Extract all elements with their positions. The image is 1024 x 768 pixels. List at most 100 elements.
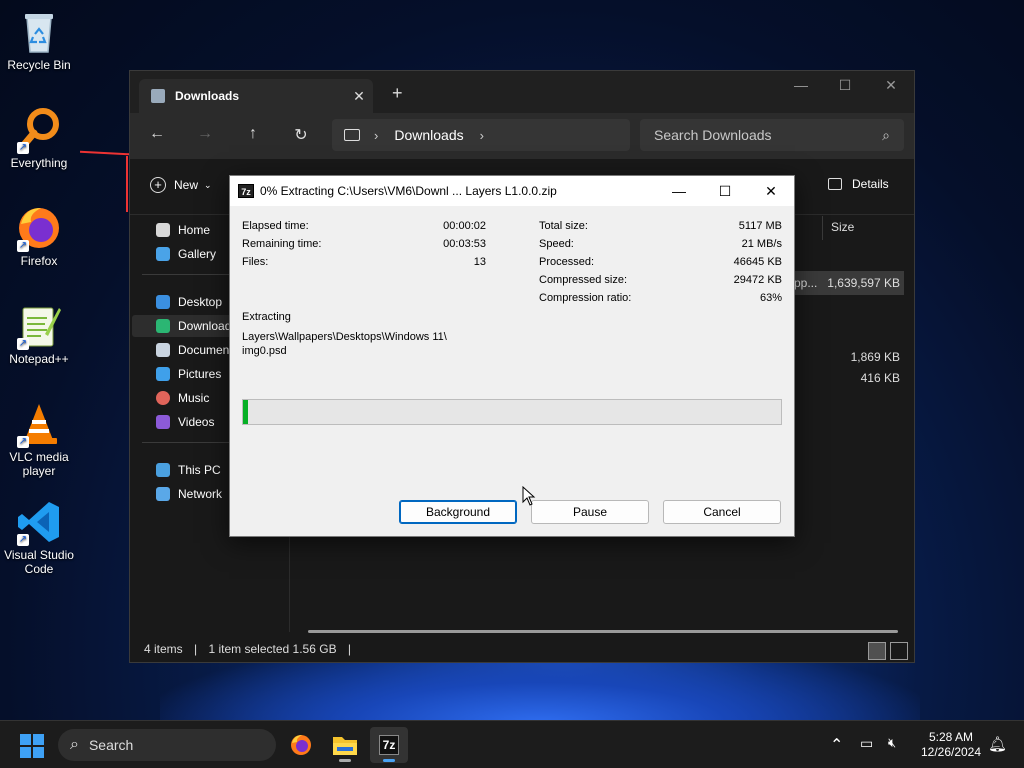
files-label: Files: [242, 256, 269, 268]
clock-time: 5:28 AM [928, 730, 974, 744]
pause-button[interactable]: Pause [531, 500, 649, 524]
background-button[interactable]: Background [399, 500, 517, 524]
7zip-app-icon: 7z [238, 184, 254, 198]
sidebar-item-label: Music [178, 391, 210, 405]
tab-downloads[interactable]: Downloads ✕ [139, 79, 373, 113]
search-input[interactable]: Search Downloads ⌕ [640, 119, 904, 151]
tab-title: Downloads [175, 89, 240, 103]
elapsed-time-value: 00:00:02 [443, 220, 486, 232]
column-header-size[interactable]: Size [822, 216, 906, 240]
sidebar-item-label: Desktop [178, 295, 223, 309]
sidebar-item-network[interactable]: Network [156, 483, 222, 505]
progress-fill [243, 400, 249, 424]
7zip-app-icon: 7z [378, 735, 400, 755]
shortcut-arrow-icon: ↗ [17, 240, 29, 252]
desktop-icon-notepadpp[interactable]: ↗ Notepad++ [0, 302, 78, 366]
files-value: 13 [473, 256, 486, 268]
item-count: 4 items [144, 642, 183, 656]
dialog-minimize-button[interactable]: — [656, 183, 702, 199]
sidebar-item-desktop[interactable]: Desktop [156, 291, 222, 313]
processed-label: Processed: [539, 256, 595, 268]
sidebar-item-label: Videos [178, 415, 215, 429]
volume-muted-icon[interactable]: 🔇︎ [888, 735, 896, 751]
details-label: Details [852, 177, 889, 191]
refresh-icon[interactable]: ↻ [289, 125, 313, 145]
taskbar-7zip[interactable]: 7z [370, 727, 408, 763]
table-row[interactable]: 416 KB [830, 371, 900, 385]
dialog-title-bar[interactable]: 7z 0% Extracting C:\Users\VM6\Downl ... … [230, 176, 794, 206]
desktop-icon-vscode[interactable]: ↗ Visual Studio Code [0, 498, 78, 576]
desktop-icon-firefox[interactable]: ↗ Firefox [0, 204, 78, 268]
minimize-button[interactable]: — [786, 77, 816, 93]
folder-icon [333, 737, 357, 755]
dialog-close-button[interactable]: ✕ [748, 183, 794, 200]
gallery-icon [156, 247, 170, 261]
details-pane-icon [828, 178, 842, 190]
desktop-icon-label: Everything [10, 156, 68, 170]
close-button[interactable]: ✕ [876, 77, 906, 94]
speed-label: Speed: [539, 238, 574, 250]
sidebar-item-this-pc[interactable]: This PC [156, 459, 221, 481]
up-arrow-icon[interactable]: ↑ [241, 125, 265, 143]
taskbar-search-box[interactable]: ⌕ Search [58, 729, 276, 761]
network-icon[interactable]: ▭ [860, 735, 873, 752]
address-bar[interactable]: › Downloads › [332, 119, 630, 151]
tiles-view-icon[interactable] [890, 642, 908, 660]
maximize-button[interactable]: ☐ [830, 77, 860, 94]
cancel-button[interactable]: Cancel [663, 500, 781, 524]
sidebar-item-videos[interactable]: Videos [156, 411, 214, 433]
taskbar: ⌕ Search 7z ⌃ ▭ 🔇︎ 5:28 AM 12/26/2024 🔔︎ [0, 720, 1024, 768]
sidebar-item-pictures[interactable]: Pictures [156, 363, 221, 385]
notification-bell-icon[interactable]: 🔔︎ [988, 735, 1007, 753]
status-separator: | [194, 642, 198, 656]
mouse-cursor-icon [522, 485, 536, 509]
new-tab-button[interactable]: + [392, 83, 403, 104]
show-hidden-icons-chevron-up-icon[interactable]: ⌃ [830, 735, 843, 755]
status-bar: 4 items | 1 item selected 1.56 GB | [130, 632, 914, 662]
firefox-icon: ↗ [15, 204, 63, 252]
dialog-title: 0% Extracting C:\Users\VM6\Downl ... Lay… [260, 184, 557, 198]
running-indicator [339, 759, 351, 762]
total-size-value: 5117 MB [738, 220, 782, 232]
taskbar-clock[interactable]: 5:28 AM 12/26/2024 [916, 730, 986, 760]
sidebar-item-label: This PC [178, 463, 221, 477]
chevron-down-icon: ⌄ [204, 179, 212, 190]
desktop-icon-vlc[interactable]: ↗ VLC media player [0, 400, 78, 478]
details-view-icon[interactable] [868, 642, 886, 660]
current-file-name: img0.psd [242, 345, 287, 357]
firefox-icon [291, 735, 311, 755]
dialog-maximize-button[interactable]: ☐ [702, 183, 748, 200]
sidebar-item-home[interactable]: Home [156, 219, 210, 241]
sidebar-item-music[interactable]: Music [156, 387, 209, 409]
sidebar-item-documents[interactable]: Documents [156, 339, 239, 361]
desktop-icon-label: Notepad++ [9, 352, 69, 366]
desktop-icon-everything[interactable]: ↗ Everything [0, 106, 78, 170]
file-size: 1,869 KB [850, 350, 900, 364]
notepadpp-icon: ↗ [15, 302, 63, 350]
table-row[interactable]: pp... 1,639,597 KB [790, 271, 904, 295]
details-pane-button[interactable]: Details [828, 177, 889, 191]
new-button-label: New [174, 178, 199, 192]
desktop-icon-recycle-bin[interactable]: Recycle Bin [0, 8, 78, 72]
forward-arrow-icon[interactable]: → [193, 125, 217, 143]
breadcrumb-downloads[interactable]: Downloads [394, 127, 463, 143]
back-arrow-icon[interactable]: ← [145, 125, 169, 143]
tab-close-icon[interactable]: ✕ [345, 88, 373, 105]
taskbar-file-explorer[interactable] [326, 727, 364, 763]
sidebar-item-label: Network [178, 487, 223, 501]
table-row[interactable]: 1,869 KB [830, 350, 900, 364]
new-button[interactable]: + New ⌄ [150, 177, 212, 193]
sidebar-item-gallery[interactable]: Gallery [156, 243, 216, 265]
chevron-right-icon[interactable]: › [374, 128, 378, 143]
remaining-time-value: 00:03:53 [443, 238, 486, 250]
plus-icon: + [150, 177, 166, 193]
taskbar-firefox[interactable] [282, 727, 320, 763]
chevron-right-icon[interactable]: › [480, 128, 484, 143]
elapsed-time-label: Elapsed time: [242, 220, 309, 232]
windows-start-icon[interactable] [20, 734, 44, 758]
downloads-folder-icon [151, 89, 165, 103]
network-icon [156, 487, 170, 501]
file-name-fragment: pp... [794, 276, 818, 290]
red-annotation-stroke [126, 156, 128, 212]
shortcut-arrow-icon: ↗ [17, 436, 29, 448]
